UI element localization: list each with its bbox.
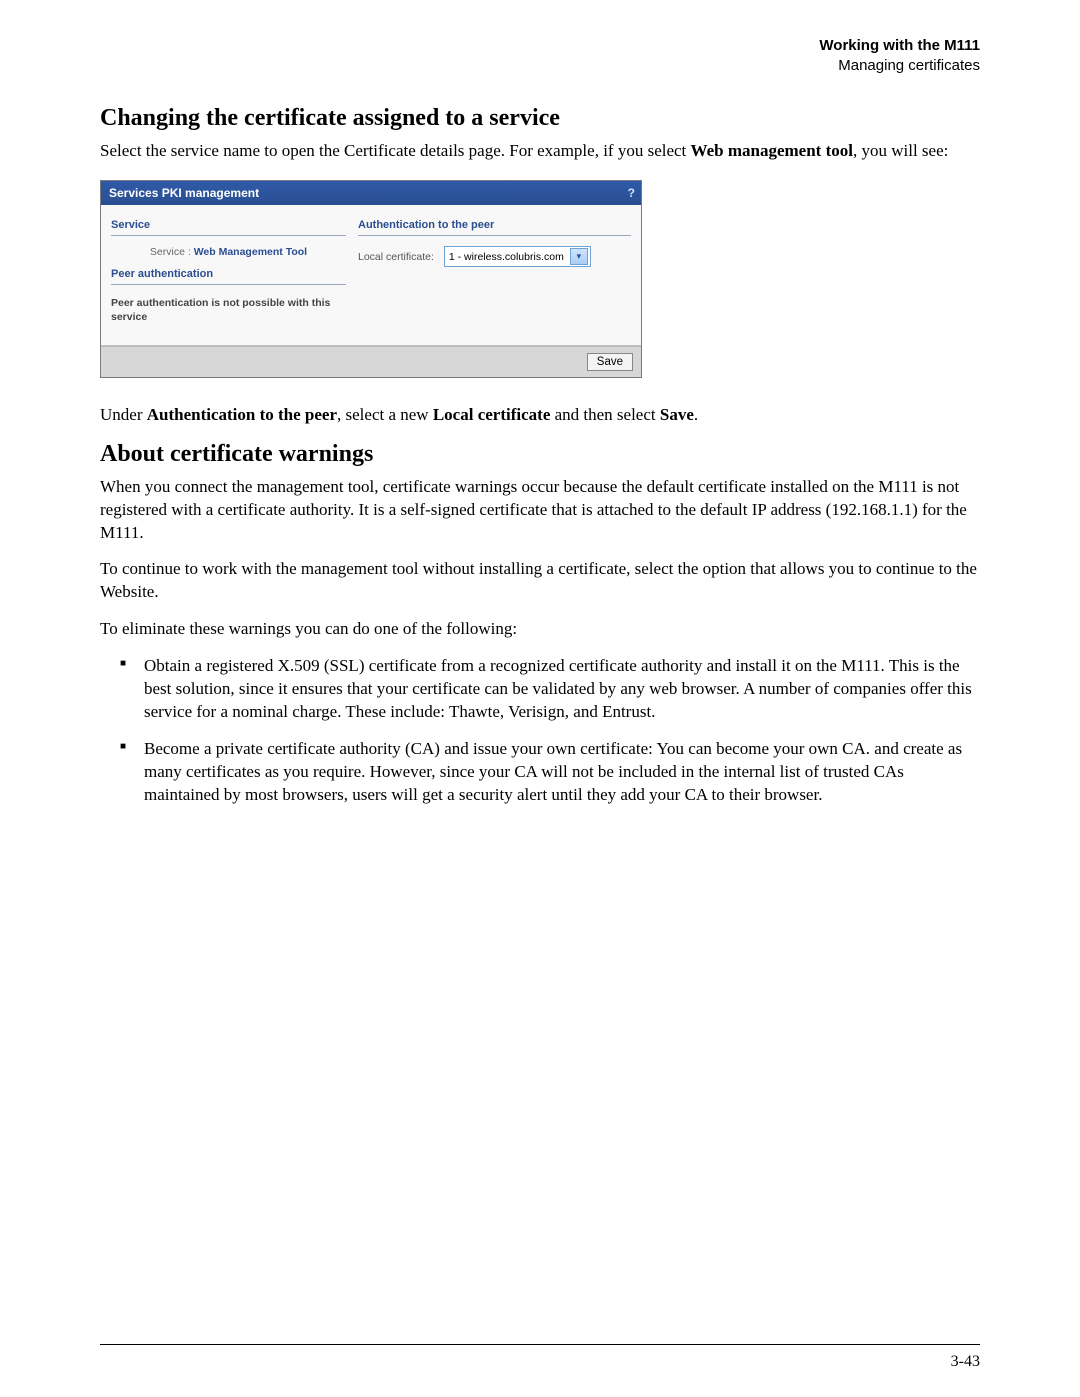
service-name: Web Management Tool (194, 246, 307, 258)
bullet-list: Obtain a registered X.509 (SSL) certific… (100, 655, 980, 807)
paragraph-under: Under Authentication to the peer, select… (100, 404, 980, 427)
help-icon[interactable]: ? (628, 186, 635, 200)
save-button[interactable]: Save (587, 353, 633, 371)
local-cert-label: Local certificate: (358, 251, 434, 263)
footer-rule (100, 1344, 980, 1345)
paragraph-warn-2: To continue to work with the management … (100, 558, 980, 604)
service-panel-header: Service (111, 219, 346, 236)
paragraph-warn-1: When you connect the management tool, ce… (100, 476, 980, 545)
list-item: Obtain a registered X.509 (SSL) certific… (144, 655, 980, 724)
peer-auth-message: Peer authentication is not possible with… (111, 293, 346, 334)
heading-about-warnings: About certificate warnings (100, 441, 980, 468)
header-chapter: Working with the M111 (100, 36, 980, 56)
page-number: 3-43 (951, 1353, 980, 1371)
pki-screenshot: Services PKI management ? Service Servic… (100, 180, 980, 377)
paragraph-intro: Select the service name to open the Cert… (100, 140, 980, 163)
pki-titlebar: Services PKI management ? (101, 181, 641, 205)
local-cert-value: 1 - wireless.colubris.com (449, 251, 570, 263)
service-label: Service : (150, 246, 191, 258)
peer-auth-header: Peer authentication (111, 268, 346, 285)
header-section: Managing certificates (100, 56, 980, 76)
pki-title-text: Services PKI management (109, 186, 259, 200)
heading-changing-certificate: Changing the certificate assigned to a s… (100, 105, 980, 132)
auth-panel-header: Authentication to the peer (358, 219, 631, 236)
paragraph-warn-3: To eliminate these warnings you can do o… (100, 618, 980, 641)
list-item: Become a private certificate authority (… (144, 738, 980, 807)
local-cert-select[interactable]: 1 - wireless.colubris.com ▾ (444, 246, 591, 267)
chevron-down-icon: ▾ (570, 248, 588, 265)
